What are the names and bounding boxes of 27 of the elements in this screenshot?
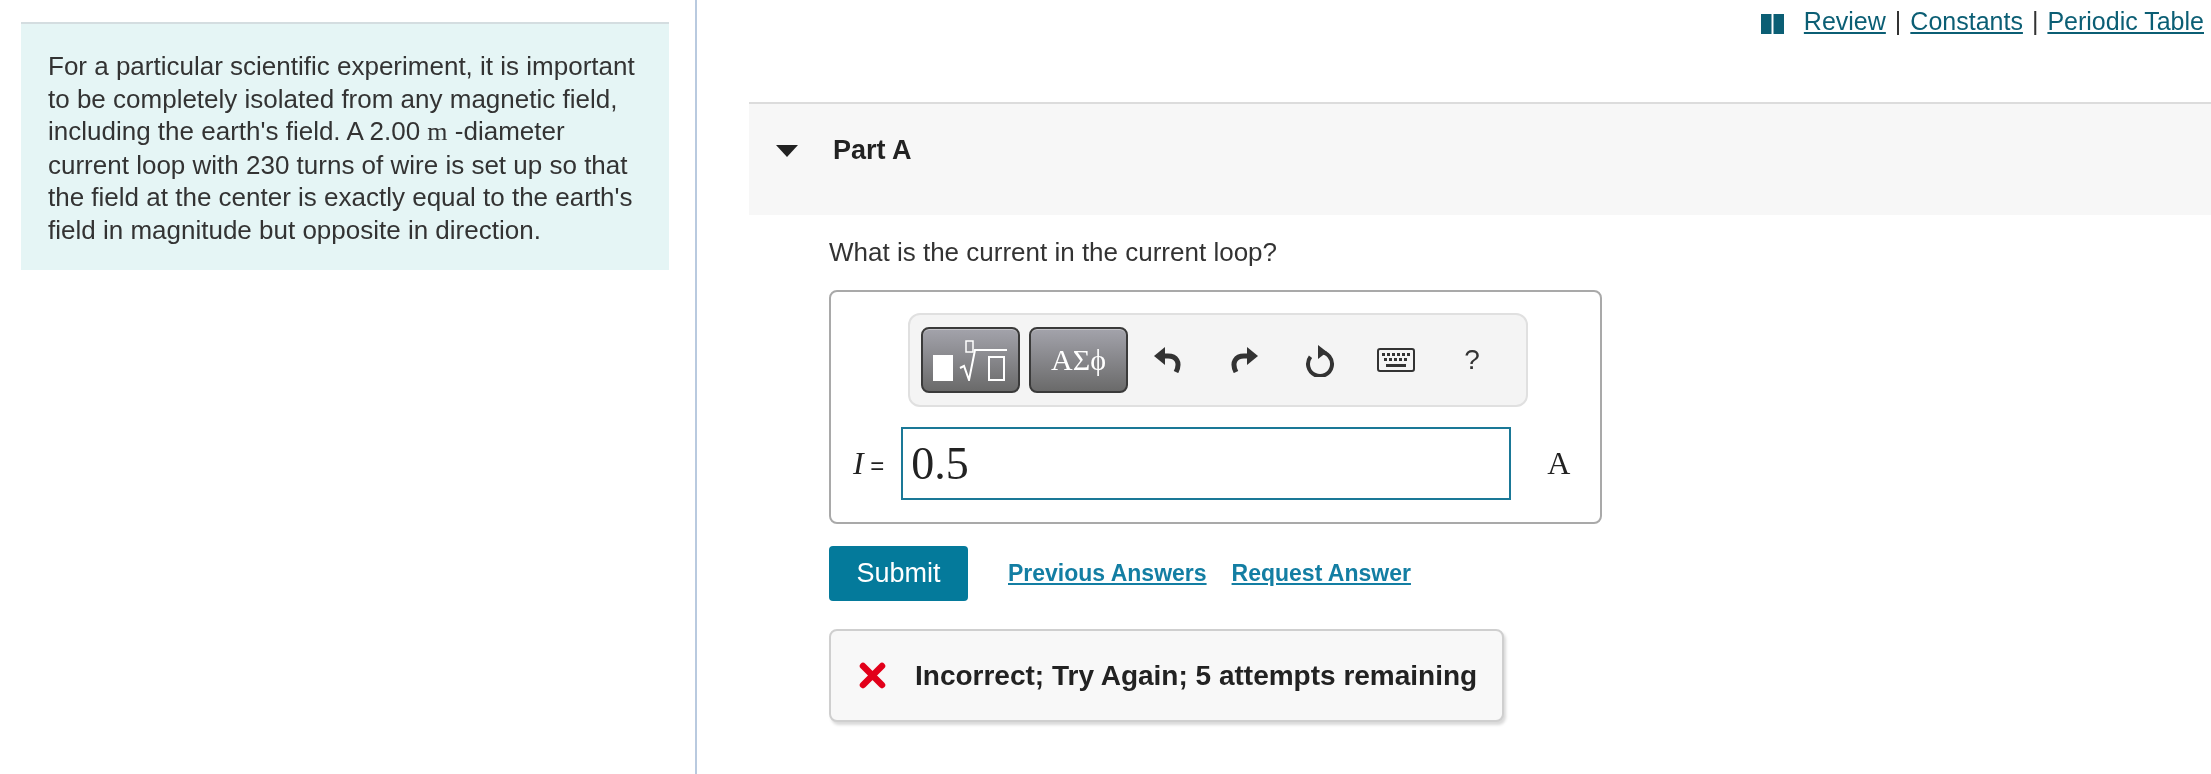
cross-icon <box>859 662 886 689</box>
part-header[interactable]: Part A <box>749 102 2211 215</box>
keyboard-icon[interactable] <box>1377 348 1415 372</box>
resource-link[interactable]: Constants <box>1910 6 2023 36</box>
unit-label: A <box>1547 445 1571 482</box>
collapse-triangle-icon[interactable] <box>776 144 798 157</box>
templates-button[interactable] <box>921 327 1020 393</box>
book-icon[interactable] <box>1760 14 1784 34</box>
reset-icon[interactable] <box>1304 343 1336 377</box>
part-title: Part A <box>833 135 912 166</box>
link-separator: | <box>2031 6 2039 36</box>
resource-link[interactable]: Periodic Table <box>2047 6 2204 36</box>
undo-icon[interactable] <box>1154 347 1182 373</box>
answer-link[interactable]: Request Answer <box>1231 560 1411 587</box>
resource-link[interactable]: Review <box>1803 6 1886 36</box>
feedback-text: Incorrect; Try Again; 5 attempts remaining <box>915 659 1478 692</box>
redo-icon[interactable] <box>1230 347 1258 373</box>
submit-button[interactable]: Submit <box>829 546 968 601</box>
problem-text: For a particular scientific experiment, it is important to be completely isolated from any magnetic field, including the earth's field. A 2.00 m -diameter current loop with 230 turns of wire is set up so that the field at the center is exactly equal to the earth's field in magnitude but opposite in direction. <box>48 50 636 246</box>
answer-link[interactable]: Previous Answers <box>1008 560 1207 587</box>
answer-field[interactable]: 0.5 <box>901 427 1512 500</box>
question-text: What is the current in the current loop? <box>829 237 1278 267</box>
help-button[interactable]: ? <box>1464 344 1480 376</box>
variable-label: I = <box>853 445 885 482</box>
square-root-template-icon <box>933 339 1008 381</box>
symbols-button[interactable]: ΑΣϕ <box>1029 327 1128 393</box>
link-separator: | <box>1894 6 1902 36</box>
